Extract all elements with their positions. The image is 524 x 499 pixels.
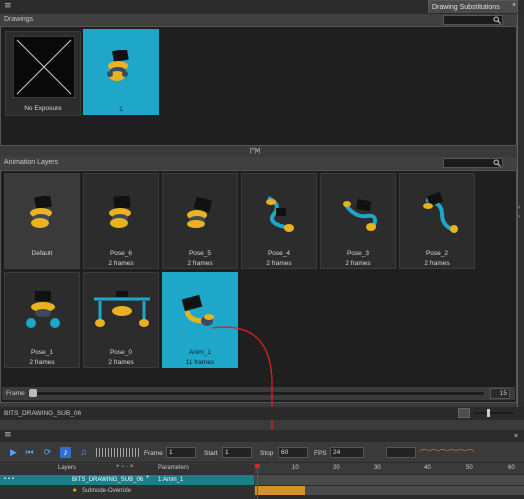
anim-card-pose-0[interactable]: Pose_0 2 frames <box>83 272 159 368</box>
layers-column-header: Layers + − · × Parameters <box>0 464 254 474</box>
sound-icon[interactable]: ♪ <box>60 447 71 458</box>
pose-thumbnail-icon <box>94 291 150 327</box>
drawing-card-1[interactable]: 1 <box>83 29 159 115</box>
anim-card-name: Pose_1 <box>30 349 54 356</box>
star-icon: ★ <box>72 488 78 494</box>
drawings-section-title: Drawings <box>4 16 34 23</box>
scrub-icon[interactable]: ♫ <box>78 447 89 458</box>
anim-card-pose-2[interactable]: Pose_2 2 frames <box>399 173 475 269</box>
timeline-header <box>0 430 524 442</box>
anim-card-pose-3[interactable]: Pose_3 2 frames <box>320 173 396 269</box>
timeline-cells[interactable] <box>255 475 524 485</box>
pose-thumbnail-icon <box>26 291 60 328</box>
anim-card-frames: 2 frames <box>266 260 292 267</box>
ruler-tick: 50 <box>466 465 473 471</box>
volume-slider[interactable] <box>96 448 140 457</box>
search-icon[interactable] <box>493 159 501 167</box>
anim-card-name: Pose_5 <box>188 250 212 257</box>
ruler-tick: 30 <box>374 465 381 471</box>
no-exposure-icon <box>13 36 75 98</box>
fps-label: FPS <box>314 450 327 457</box>
anim-card-pose-6[interactable]: Pose_6 2 frames <box>83 173 159 269</box>
stop-label: Stop <box>260 450 274 457</box>
search-icon[interactable] <box>493 16 501 24</box>
drawings-panel: No Exposure 1 <box>0 26 517 146</box>
panel-menu-icon[interactable]: ≡ <box>4 1 12 11</box>
anim-card-name: Pose_4 <box>267 250 291 257</box>
layer-name: Subnode-Override <box>82 488 132 494</box>
anim-card-pose-4[interactable]: Pose_4 2 frames <box>241 173 317 269</box>
start-field[interactable]: 1 <box>222 447 252 458</box>
first-frame-icon[interactable]: ⏮ <box>24 447 35 458</box>
zoom-slider-track[interactable] <box>474 412 514 414</box>
layer-name: BITS_DRAWING_SUB_06 <box>72 477 144 483</box>
onion-skin-dropdown[interactable] <box>386 447 416 458</box>
tab-drawing-substitutions[interactable]: Drawing Substitutions <box>428 0 518 13</box>
stop-field[interactable]: 60 <box>278 447 308 458</box>
parameters-header: Parameters <box>158 465 190 471</box>
pose-thumbnail-icon <box>423 192 458 233</box>
timeline-cells[interactable] <box>305 486 524 495</box>
drawing-card-label: No Exposure <box>24 105 62 112</box>
anim-card-name: Pose_3 <box>346 250 370 257</box>
timeline-menu-icon[interactable]: ≡ <box>4 430 12 440</box>
ruler-tick: 20 <box>333 465 340 471</box>
pose-thumbnail-icon <box>30 196 53 228</box>
fps-field[interactable]: 24 <box>330 447 364 458</box>
anim-card-frames: 2 frames <box>29 359 55 366</box>
close-icon[interactable]: × <box>512 2 516 9</box>
add-parameter-icon[interactable]: + <box>146 475 150 481</box>
layers-header: Layers <box>58 465 77 471</box>
frame-label: Frame <box>144 450 163 457</box>
splitter-arrows-icon[interactable]: |^|v| <box>250 148 261 154</box>
exposure-cells[interactable] <box>255 486 305 495</box>
pose-thumbnail-icon <box>266 196 294 232</box>
anim-card-pose-1[interactable]: Pose_1 2 frames <box>4 272 80 368</box>
collapse-right-icon[interactable]: ‹ <box>518 204 520 211</box>
pose-thumbnail-icon <box>187 196 213 228</box>
node-name: BITS_DRAWING_SUB_06 <box>4 410 82 417</box>
add-layer-icon[interactable]: + − · × <box>116 464 134 470</box>
close-icon[interactable]: × <box>514 433 518 440</box>
zoom-icon[interactable] <box>458 408 470 418</box>
frame-slider-label: Frame <box>6 390 25 397</box>
anim-card-frames: 2 frames <box>187 260 213 267</box>
anim-card-frames: 2 frames <box>424 260 450 267</box>
anim-card-frames: 2 frames <box>345 260 371 267</box>
loop-icon[interactable]: ⟳ <box>42 447 53 458</box>
timeline-layer-row[interactable]: ★ Subnode-Override <box>0 486 254 496</box>
playhead[interactable] <box>257 464 258 499</box>
expand-right-icon[interactable]: › <box>518 213 520 220</box>
drawing-thumbnail-icon <box>107 50 129 81</box>
anim-card-name: Pose_6 <box>109 250 133 257</box>
anim-card-frames: 2 frames <box>108 359 134 366</box>
play-icon[interactable]: ▶ <box>8 447 19 458</box>
timeline-layer-row[interactable]: ▪ ▪ ▪ BITS_DRAWING_SUB_06 + 1:Anim_1 <box>0 475 254 485</box>
pose-thumbnail-icon <box>343 199 377 231</box>
ruler-tick: 60 <box>508 465 515 471</box>
anim-card-name: Pose_2 <box>425 250 449 257</box>
anim-card-name: Default <box>31 250 53 257</box>
anim-card-frames: 2 frames <box>108 260 134 267</box>
drawing-card-no-exposure[interactable]: No Exposure <box>5 31 81 116</box>
pose-thumbnail-icon <box>109 196 131 228</box>
zoom-slider-thumb[interactable] <box>487 409 490 417</box>
drawings-section-header: Drawings <box>0 14 517 26</box>
ruler-tick: 10 <box>292 465 299 471</box>
layer-toggle-icons[interactable]: ▪ ▪ ▪ <box>4 476 14 482</box>
ruler-tick: 40 <box>424 465 431 471</box>
anim-card-name: Pose_0 <box>109 349 133 356</box>
drawing-card-label: 1 <box>119 106 123 113</box>
frame-slider-thumb[interactable] <box>29 389 37 397</box>
frame-field[interactable]: 1 <box>166 447 196 458</box>
frame-value-field[interactable]: 15 <box>490 388 510 399</box>
start-label: Start <box>204 450 218 457</box>
keyframe-icons[interactable]: ⌒⌒⌒⌒⌒⌒ <box>420 447 474 460</box>
animation-layers-title: Animation Layers <box>4 159 59 166</box>
anim-card-default[interactable]: Default <box>4 173 80 269</box>
animation-layers-header: Animation Layers <box>0 157 517 169</box>
layer-parameter: 1:Anim_1 <box>158 477 184 483</box>
anim-card-pose-5[interactable]: Pose_5 2 frames <box>162 173 238 269</box>
